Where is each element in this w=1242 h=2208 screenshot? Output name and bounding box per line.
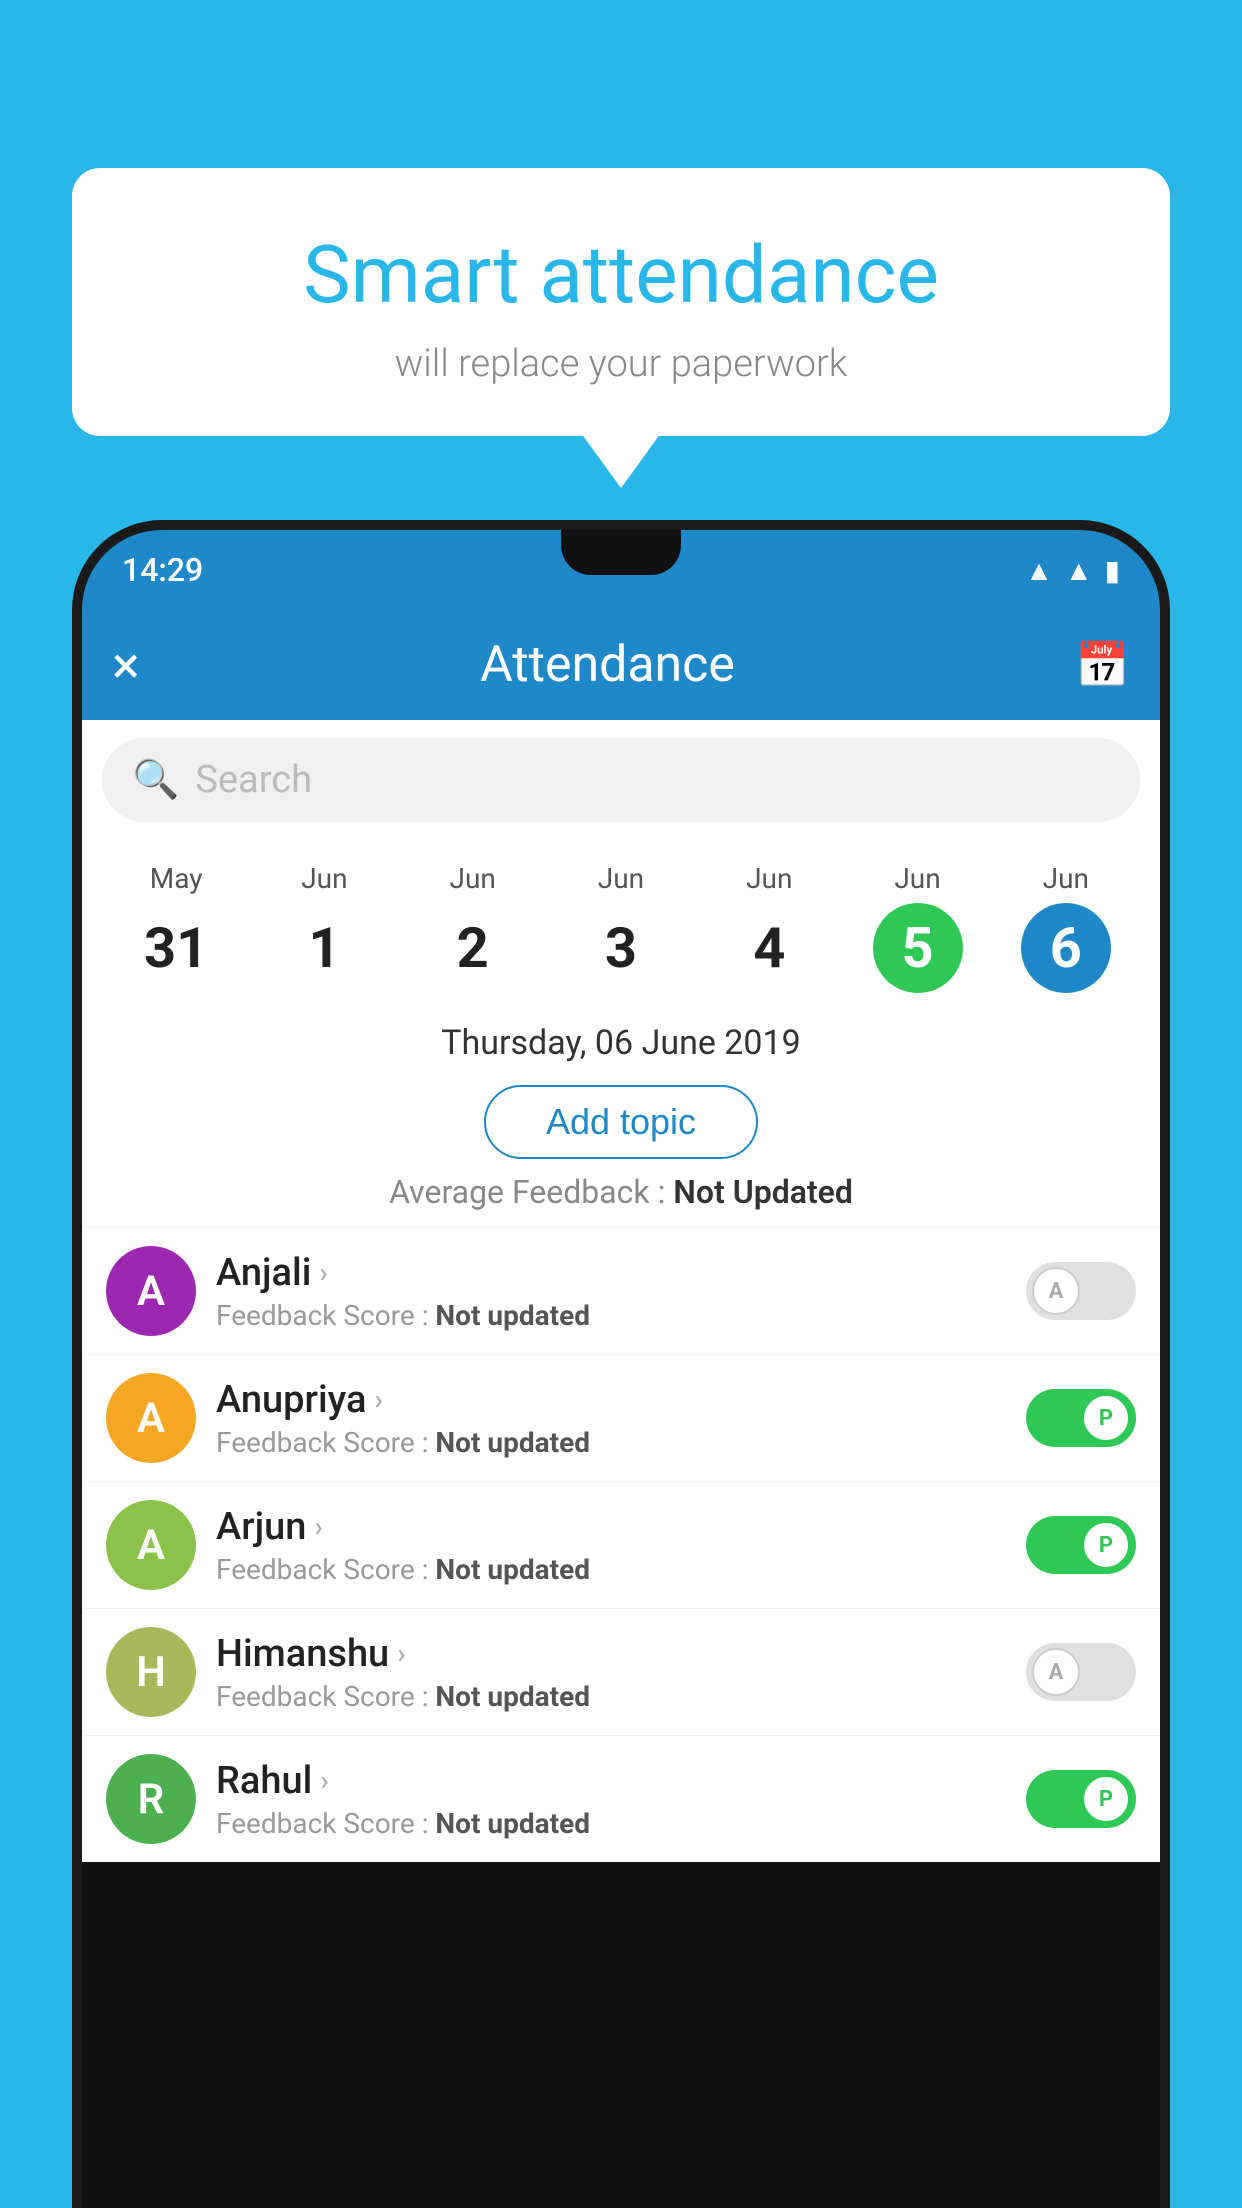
avatar: A <box>106 1500 196 1590</box>
feedback-score: Feedback Score : Not updated <box>216 1553 1006 1586</box>
speech-bubble: Smart attendance will replace your paper… <box>72 168 1170 436</box>
day-number[interactable]: 5 <box>873 903 963 993</box>
toolbar-title: Attendance <box>480 636 735 694</box>
toggle-wrap[interactable]: P <box>1026 1389 1136 1447</box>
date-col[interactable]: Jun 6 <box>992 852 1140 1003</box>
chevron-icon: › <box>397 1637 405 1670</box>
toggle-wrap[interactable]: A <box>1026 1643 1136 1701</box>
student-row[interactable]: A Anupriya › Feedback Score : Not updated P <box>82 1354 1160 1481</box>
student-row[interactable]: R Rahul › Feedback Score : Not updated P <box>82 1735 1160 1862</box>
month-label: Jun <box>1043 862 1089 895</box>
avg-feedback-label: Average Feedback : <box>389 1173 665 1211</box>
month-label: Jun <box>598 862 644 895</box>
attendance-toggle[interactable]: P <box>1026 1516 1136 1574</box>
avatar: R <box>106 1754 196 1844</box>
phone-inner: 14:29 ▲ ▲ ▮ × Attendance 📅 🔍 Search May 3… <box>82 530 1160 2208</box>
month-label: Jun <box>301 862 347 895</box>
student-info: Rahul › Feedback Score : Not updated <box>216 1759 1006 1840</box>
avg-feedback: Average Feedback : Not Updated <box>82 1173 1160 1227</box>
toggle-wrap[interactable]: A <box>1026 1262 1136 1320</box>
feedback-value: Not updated <box>435 1807 590 1840</box>
feedback-score: Feedback Score : Not updated <box>216 1807 1006 1840</box>
selected-date: Thursday, 06 June 2019 <box>82 1003 1160 1073</box>
signal-icon: ▲ <box>1065 554 1093 587</box>
status-time: 14:29 <box>122 551 203 589</box>
toggle-thumb: P <box>1082 1521 1130 1569</box>
toggle-wrap[interactable]: P <box>1026 1770 1136 1828</box>
date-col[interactable]: Jun 3 <box>547 852 695 1003</box>
toggle-thumb: P <box>1082 1394 1130 1442</box>
student-name: Arjun › <box>216 1505 1006 1549</box>
day-number[interactable]: 4 <box>724 903 814 993</box>
attendance-toggle[interactable]: P <box>1026 1770 1136 1828</box>
wifi-icon: ▲ <box>1025 554 1053 587</box>
student-name: Rahul › <box>216 1759 1006 1803</box>
month-label: Jun <box>746 862 792 895</box>
date-col[interactable]: May 31 <box>102 852 250 1003</box>
student-row[interactable]: A Arjun › Feedback Score : Not updated P <box>82 1481 1160 1608</box>
notch <box>561 530 681 575</box>
month-label: Jun <box>894 862 940 895</box>
feedback-score: Feedback Score : Not updated <box>216 1426 1006 1459</box>
day-number[interactable]: 1 <box>279 903 369 993</box>
date-col[interactable]: Jun 4 <box>695 852 843 1003</box>
feedback-score: Feedback Score : Not updated <box>216 1299 1006 1332</box>
student-list: AAnjali ›Feedback Score : Not updatedAAA… <box>82 1227 1160 1862</box>
day-number[interactable]: 3 <box>576 903 666 993</box>
phone-frame: 14:29 ▲ ▲ ▮ × Attendance 📅 🔍 Search May 3… <box>72 520 1170 2208</box>
avg-feedback-value: Not Updated <box>673 1173 853 1211</box>
student-name: Anupriya › <box>216 1378 1006 1422</box>
attendance-toggle[interactable]: A <box>1026 1262 1136 1320</box>
search-icon: 🔍 <box>132 758 179 802</box>
chevron-icon: › <box>319 1256 327 1289</box>
student-name: Himanshu › <box>216 1632 1006 1676</box>
student-row[interactable]: A Anjali › Feedback Score : Not updated A <box>82 1227 1160 1354</box>
date-col[interactable]: Jun 2 <box>399 852 547 1003</box>
day-number[interactable]: 2 <box>428 903 518 993</box>
battery-icon: ▮ <box>1105 554 1120 587</box>
screen-content: 🔍 Search May 31 Jun 1 Jun 2 Jun 3 Jun 4 Jun 5 Jun 6 T… <box>82 720 1160 1862</box>
month-label: May <box>150 862 203 895</box>
status-icons: ▲ ▲ ▮ <box>1025 554 1120 587</box>
bubble-title: Smart attendance <box>112 228 1130 322</box>
toggle-thumb: P <box>1082 1775 1130 1823</box>
student-row[interactable]: H Himanshu › Feedback Score : Not updated A <box>82 1608 1160 1735</box>
bubble-subtitle: will replace your paperwork <box>112 342 1130 386</box>
feedback-score: Feedback Score : Not updated <box>216 1680 1006 1713</box>
search-bar[interactable]: 🔍 Search <box>102 738 1140 822</box>
app-toolbar: × Attendance 📅 <box>82 610 1160 720</box>
calendar-icon[interactable]: 📅 <box>1075 639 1130 691</box>
toggle-thumb: A <box>1032 1648 1080 1696</box>
date-col[interactable]: Jun 1 <box>250 852 398 1003</box>
add-topic-container: Add topic <box>82 1073 1160 1173</box>
add-topic-button[interactable]: Add topic <box>484 1085 758 1159</box>
month-label: Jun <box>450 862 496 895</box>
student-info: Arjun › Feedback Score : Not updated <box>216 1505 1006 1586</box>
date-strip: May 31 Jun 1 Jun 2 Jun 3 Jun 4 Jun 5 Jun 6 <box>82 832 1160 1003</box>
avatar: A <box>106 1246 196 1336</box>
feedback-value: Not updated <box>435 1680 590 1713</box>
feedback-value: Not updated <box>435 1553 590 1586</box>
chevron-icon: › <box>374 1383 382 1416</box>
chevron-icon: › <box>314 1510 322 1543</box>
avatar: A <box>106 1373 196 1463</box>
status-bar: 14:29 ▲ ▲ ▮ <box>82 530 1160 610</box>
feedback-value: Not updated <box>435 1299 590 1332</box>
student-info: Himanshu › Feedback Score : Not updated <box>216 1632 1006 1713</box>
toggle-wrap[interactable]: P <box>1026 1516 1136 1574</box>
avatar: H <box>106 1627 196 1717</box>
day-number[interactable]: 6 <box>1021 903 1111 993</box>
feedback-value: Not updated <box>435 1426 590 1459</box>
toggle-thumb: A <box>1032 1267 1080 1315</box>
student-info: Anjali › Feedback Score : Not updated <box>216 1251 1006 1332</box>
chevron-icon: › <box>320 1764 328 1797</box>
day-number[interactable]: 31 <box>131 903 221 993</box>
attendance-toggle[interactable]: A <box>1026 1643 1136 1701</box>
date-col[interactable]: Jun 5 <box>843 852 991 1003</box>
close-button[interactable]: × <box>112 635 140 696</box>
student-info: Anupriya › Feedback Score : Not updated <box>216 1378 1006 1459</box>
search-placeholder: Search <box>195 758 312 802</box>
student-name: Anjali › <box>216 1251 1006 1295</box>
attendance-toggle[interactable]: P <box>1026 1389 1136 1447</box>
